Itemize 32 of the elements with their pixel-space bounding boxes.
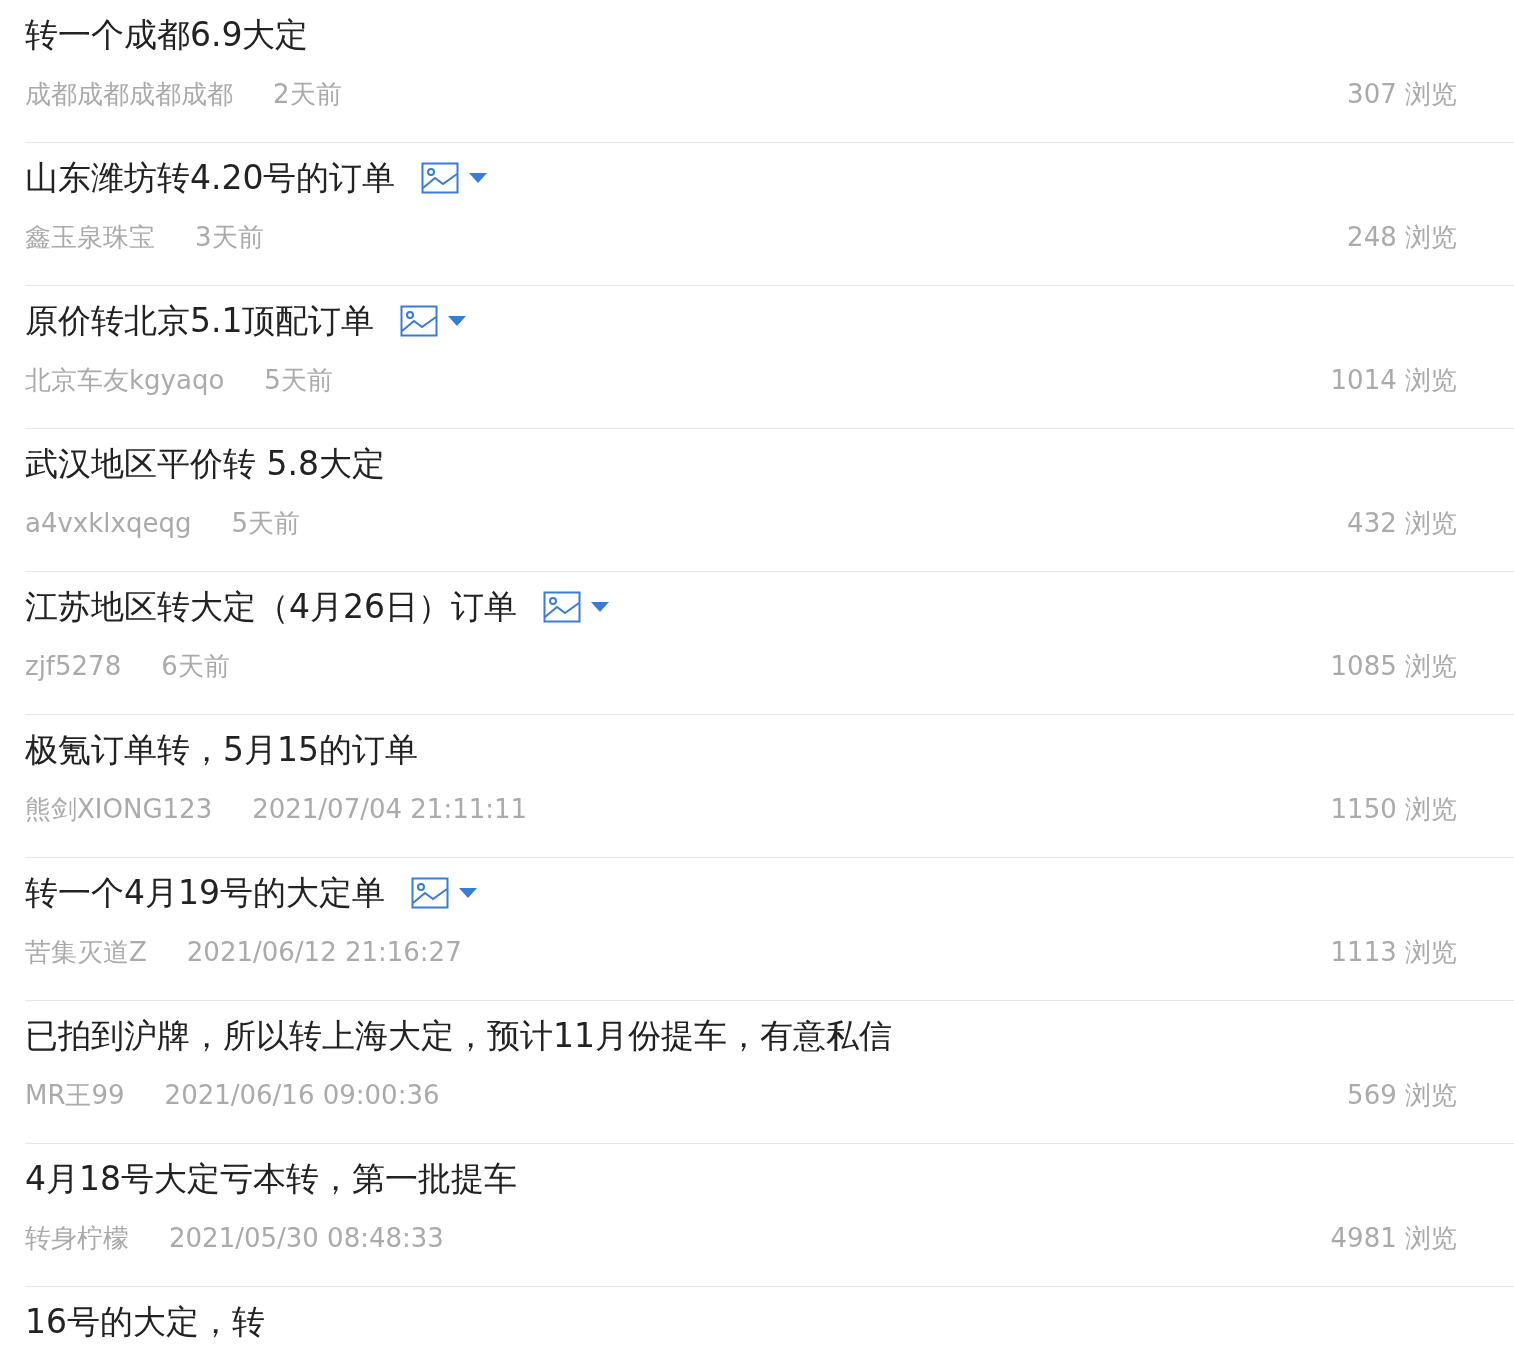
view-count: 1014 浏览 — [1330, 363, 1457, 397]
view-count: 432 浏览 — [1347, 506, 1457, 540]
post-time: 3天前 — [195, 220, 264, 254]
post-title[interactable]: 4月18号大定亏本转，第一批提车 — [25, 1154, 517, 1204]
post-title[interactable]: 极氪订单转，5月15的订单 — [25, 725, 418, 775]
post-title[interactable]: 已拍到沪牌，所以转上海大定，预计11月份提车，有意私信 — [25, 1011, 892, 1061]
post-title[interactable]: 江苏地区转大定（4月26日）订单 — [25, 582, 517, 632]
view-count: 4981 浏览 — [1330, 1221, 1457, 1255]
caret-icon[interactable] — [469, 173, 488, 183]
post-time: 2021/06/12 21:16:27 — [186, 937, 462, 967]
post-title[interactable]: 山东潍坊转4.20号的订单 — [25, 153, 396, 203]
caret-icon[interactable] — [591, 602, 609, 612]
caret-icon[interactable] — [459, 888, 477, 898]
post-time: 6天前 — [161, 649, 230, 683]
post-time: 5天前 — [264, 363, 333, 397]
post-time: 2021/06/16 09:00:36 — [164, 1080, 440, 1110]
view-count: 1113 浏览 — [1330, 935, 1457, 969]
caret-icon[interactable] — [448, 316, 467, 326]
view-count: 307 浏览 — [1347, 77, 1457, 111]
view-count: 248 浏览 — [1347, 220, 1457, 254]
view-count: 1085 浏览 — [1330, 649, 1457, 683]
post-time: 2天前 — [273, 77, 342, 111]
post-time: 5天前 — [231, 506, 300, 540]
post-time: 2021/05/30 08:48:33 — [169, 1223, 444, 1253]
post-title[interactable]: 转一个4月19号的大定单 — [25, 868, 385, 918]
post-title[interactable]: 原价转北京5.1顶配订单 — [25, 296, 375, 346]
post-time: 2021/07/04 21:11:11 — [252, 794, 528, 824]
view-count: 1150 浏览 — [1330, 792, 1457, 826]
post-title[interactable]: 转一个成都6.9大定 — [25, 10, 309, 60]
post-title[interactable]: 武汉地区平价转 5.8大定 — [25, 439, 385, 489]
post-title[interactable]: 16号的大定，转 — [25, 1297, 265, 1347]
view-count: 569 浏览 — [1347, 1078, 1457, 1112]
